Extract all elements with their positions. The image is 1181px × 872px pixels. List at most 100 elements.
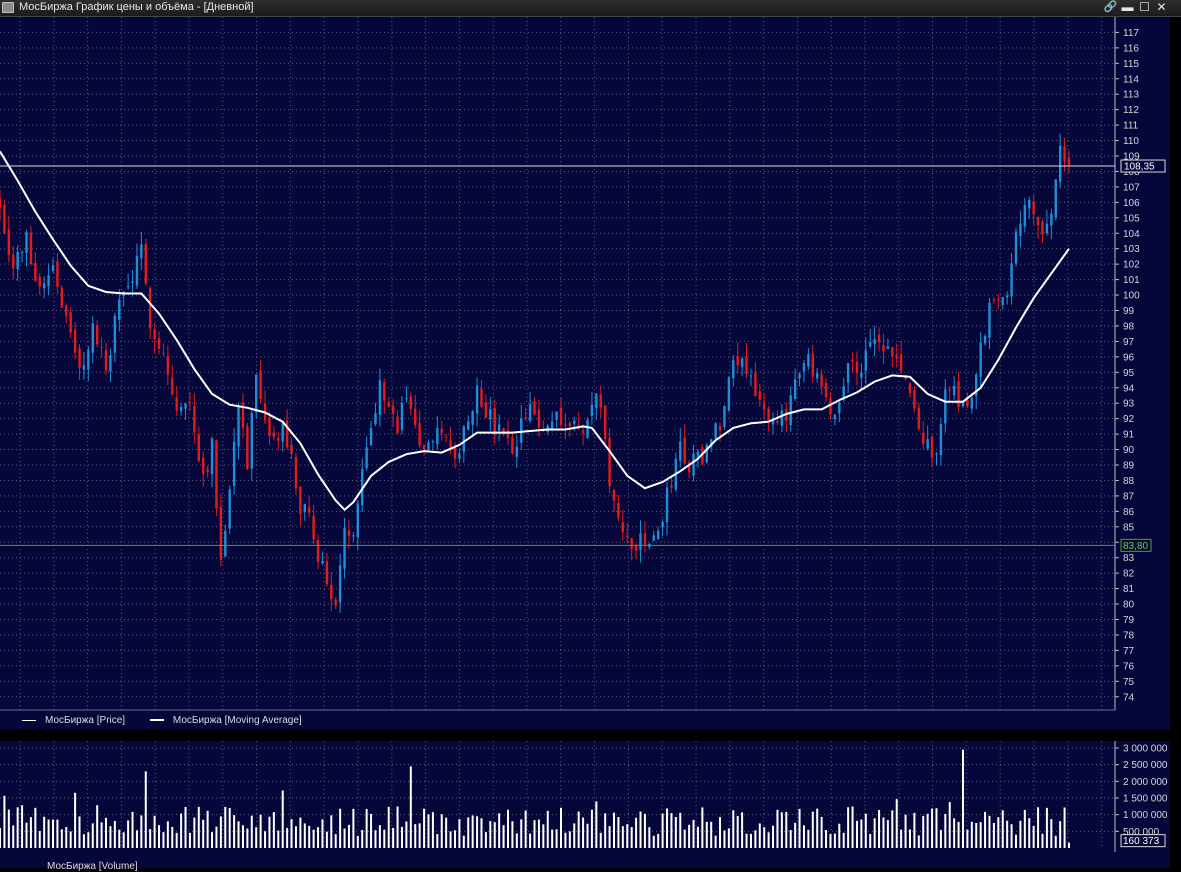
candle-up <box>467 421 470 430</box>
volume-bar <box>741 812 744 848</box>
volume-bar <box>719 817 722 848</box>
candle-up <box>369 428 373 446</box>
volume-chart-pane[interactable]: 500 000 1 000 000 1 500 000 2 000 000 2 500 … <box>0 741 1170 872</box>
volume-bar <box>69 831 72 848</box>
volume-bar <box>679 812 682 848</box>
y-tick-label: 93 <box>1123 399 1135 410</box>
close-button[interactable]: ✕ <box>1153 0 1170 15</box>
right-scrollbar[interactable] <box>1170 17 1181 868</box>
volume-bar <box>299 817 302 848</box>
volume-bar <box>1023 809 1026 848</box>
volume-bar <box>449 831 452 848</box>
price-chart-pane[interactable]: 7475767778798081828384858687888990919293… <box>0 17 1170 730</box>
volume-bar <box>1059 821 1062 848</box>
volume-bar <box>957 821 960 848</box>
candle-down <box>626 535 629 537</box>
minimize-button[interactable]: ▬ <box>1119 0 1136 15</box>
candle-down <box>917 407 921 429</box>
candle-down <box>997 299 1000 301</box>
volume-bar <box>886 820 889 848</box>
volume-chart[interactable]: 500 0001 000 0001 500 0002 000 0002 500 … <box>0 741 1170 868</box>
volume-bar <box>984 811 987 848</box>
candle-down <box>484 402 488 419</box>
volume-bar <box>0 827 1 848</box>
volume-bar <box>772 825 775 848</box>
volume-bar <box>405 821 408 848</box>
volume-bar <box>529 833 532 848</box>
candle-down <box>634 545 638 551</box>
volume-bar <box>635 817 638 848</box>
volume-bar <box>613 812 616 848</box>
link-icon[interactable]: 🔗 <box>1102 0 1119 15</box>
candle-down <box>568 422 572 427</box>
volume-bar <box>188 832 191 848</box>
volume-bar <box>953 818 956 848</box>
candle-down <box>643 533 647 545</box>
volume-bar <box>643 813 646 848</box>
y-tick-label: 80 <box>1123 600 1135 611</box>
candle-down <box>78 348 81 368</box>
candle-up <box>515 446 519 457</box>
maximize-button[interactable]: ☐ <box>1136 0 1153 15</box>
candle-up <box>431 441 435 443</box>
candle-up <box>87 350 90 370</box>
candle-down <box>409 396 413 409</box>
volume-bar <box>383 829 386 848</box>
volume-bar <box>149 829 152 848</box>
volume-bar <box>409 766 412 848</box>
candle-down <box>1067 158 1071 165</box>
candle-down <box>312 515 315 540</box>
candle-down <box>330 584 333 599</box>
candle-up <box>528 404 532 421</box>
volume-bar <box>701 807 704 848</box>
candle-down <box>745 356 748 375</box>
candle-up <box>652 535 655 541</box>
candle-down <box>206 469 209 472</box>
volume-bar <box>692 819 695 848</box>
y-tick-label: 116 <box>1123 43 1139 54</box>
volume-bar <box>365 809 368 848</box>
volume-bar <box>175 832 178 848</box>
candle-up <box>590 404 594 416</box>
volume-bar <box>520 819 523 848</box>
candle-up <box>131 281 134 283</box>
volume-bar <box>34 807 37 848</box>
candle-down <box>193 406 196 433</box>
y-tick-label: 99 <box>1123 306 1135 317</box>
volume-bar <box>281 790 284 848</box>
volume-bar <box>255 827 258 848</box>
volume-bar <box>82 834 85 848</box>
volume-bar <box>657 833 660 848</box>
y-tick-label: 74 <box>1123 692 1135 703</box>
candle-up <box>1005 295 1009 298</box>
volume-bar <box>511 821 514 848</box>
candle-down <box>29 232 33 265</box>
candle-up <box>873 338 876 344</box>
volume-bar <box>356 835 359 848</box>
candle-down <box>603 405 607 439</box>
candle-up <box>1010 263 1013 297</box>
candle-up <box>405 398 408 400</box>
volume-bar <box>895 799 898 848</box>
volume-bar <box>370 813 373 848</box>
candle-down <box>776 421 779 423</box>
volume-bar <box>736 815 739 848</box>
y-tick-label: 107 <box>1123 182 1140 193</box>
candle-down <box>294 457 298 489</box>
candle-down <box>617 502 620 518</box>
volume-bar <box>542 824 545 848</box>
candle-up <box>232 441 236 487</box>
volume-bar <box>206 810 209 848</box>
volume-bar <box>100 822 103 848</box>
candle-up <box>224 530 227 557</box>
candle-up <box>126 286 130 288</box>
volume-bar <box>776 809 779 848</box>
candle-down <box>824 382 828 398</box>
price-chart[interactable]: 7475767778798081828384858687888990919293… <box>0 17 1170 730</box>
volume-bar <box>1032 825 1035 848</box>
volume-bar <box>763 827 766 848</box>
y-tick-label: 78 <box>1123 630 1135 641</box>
volume-bar <box>131 811 134 848</box>
y-tick-label: 88 <box>1123 476 1135 487</box>
y-tick-label: 95 <box>1123 368 1135 379</box>
